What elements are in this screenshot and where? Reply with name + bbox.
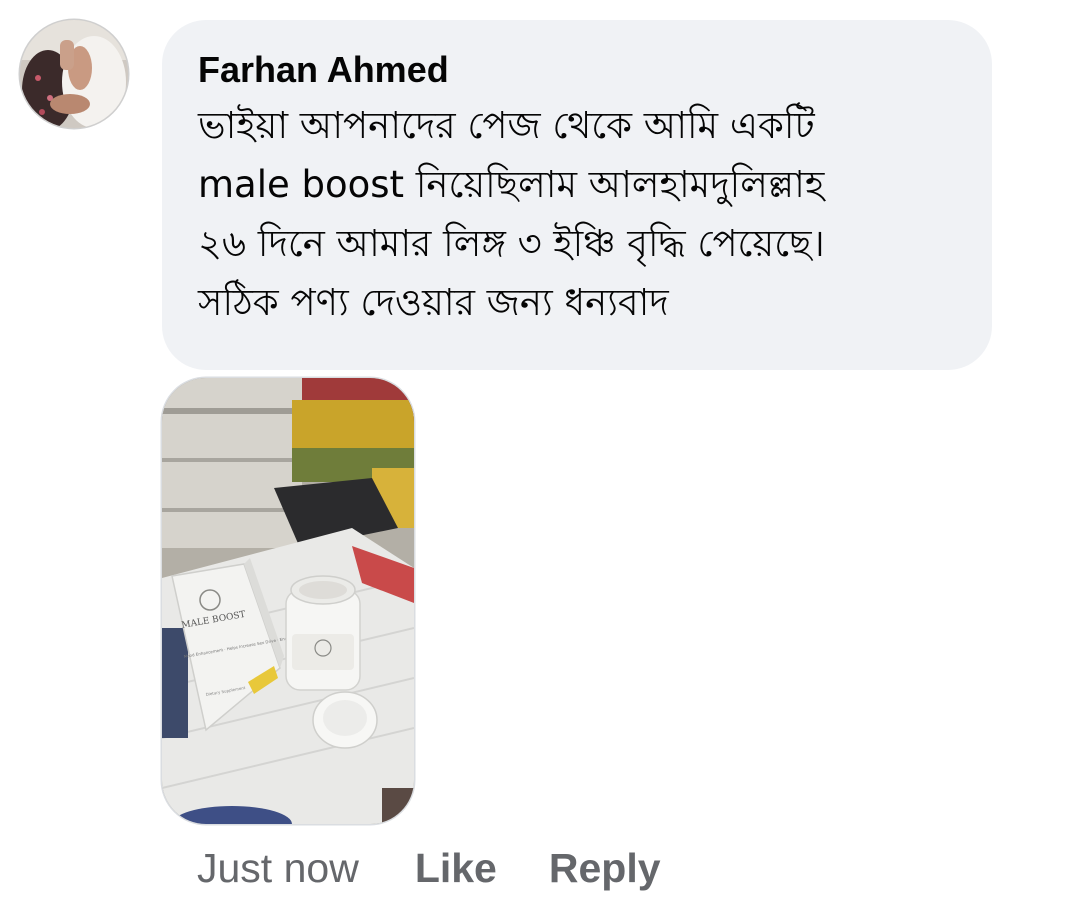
like-button[interactable]: Like bbox=[415, 845, 497, 892]
avatar-image bbox=[20, 20, 128, 128]
product-bottle bbox=[285, 575, 361, 691]
avatar[interactable] bbox=[20, 20, 128, 128]
comment-text-line: ২৬ দিনে আমার লিঙ্গ ৩ ইঞ্চি বৃদ্ধি পেয়েছ… bbox=[198, 222, 825, 265]
comment-text-line: male boost নিয়েছিলাম আলহামদুলিল্লাহ bbox=[198, 163, 825, 206]
product-photo: MALE BOOST Mood Enhancement · Helps Incr… bbox=[162, 378, 414, 824]
comment-text-line: সঠিক পণ্য দেওয়ার জন্য ধন্যবাদ bbox=[198, 281, 669, 324]
comment: Farhan Ahmed ভাইয়া আপনাদের পেজ থেকে আমি… bbox=[0, 0, 1076, 917]
comment-timestamp[interactable]: Just now bbox=[197, 845, 359, 892]
comment-actions: Just now Like Reply bbox=[197, 840, 713, 896]
comment-text-line: ভাইয়া আপনাদের পেজ থেকে আমি একটি bbox=[198, 104, 815, 147]
reply-button[interactable]: Reply bbox=[549, 845, 661, 892]
attached-photo[interactable]: MALE BOOST Mood Enhancement · Helps Incr… bbox=[162, 378, 414, 824]
comment-text: ভাইয়া আপনাদের পেজ থেকে আমি একটি male bo… bbox=[198, 96, 956, 332]
author-name[interactable]: Farhan Ahmed bbox=[198, 48, 956, 92]
bottle-cap bbox=[312, 691, 378, 749]
comment-bubble: Farhan Ahmed ভাইয়া আপনাদের পেজ থেকে আমি… bbox=[162, 20, 992, 370]
